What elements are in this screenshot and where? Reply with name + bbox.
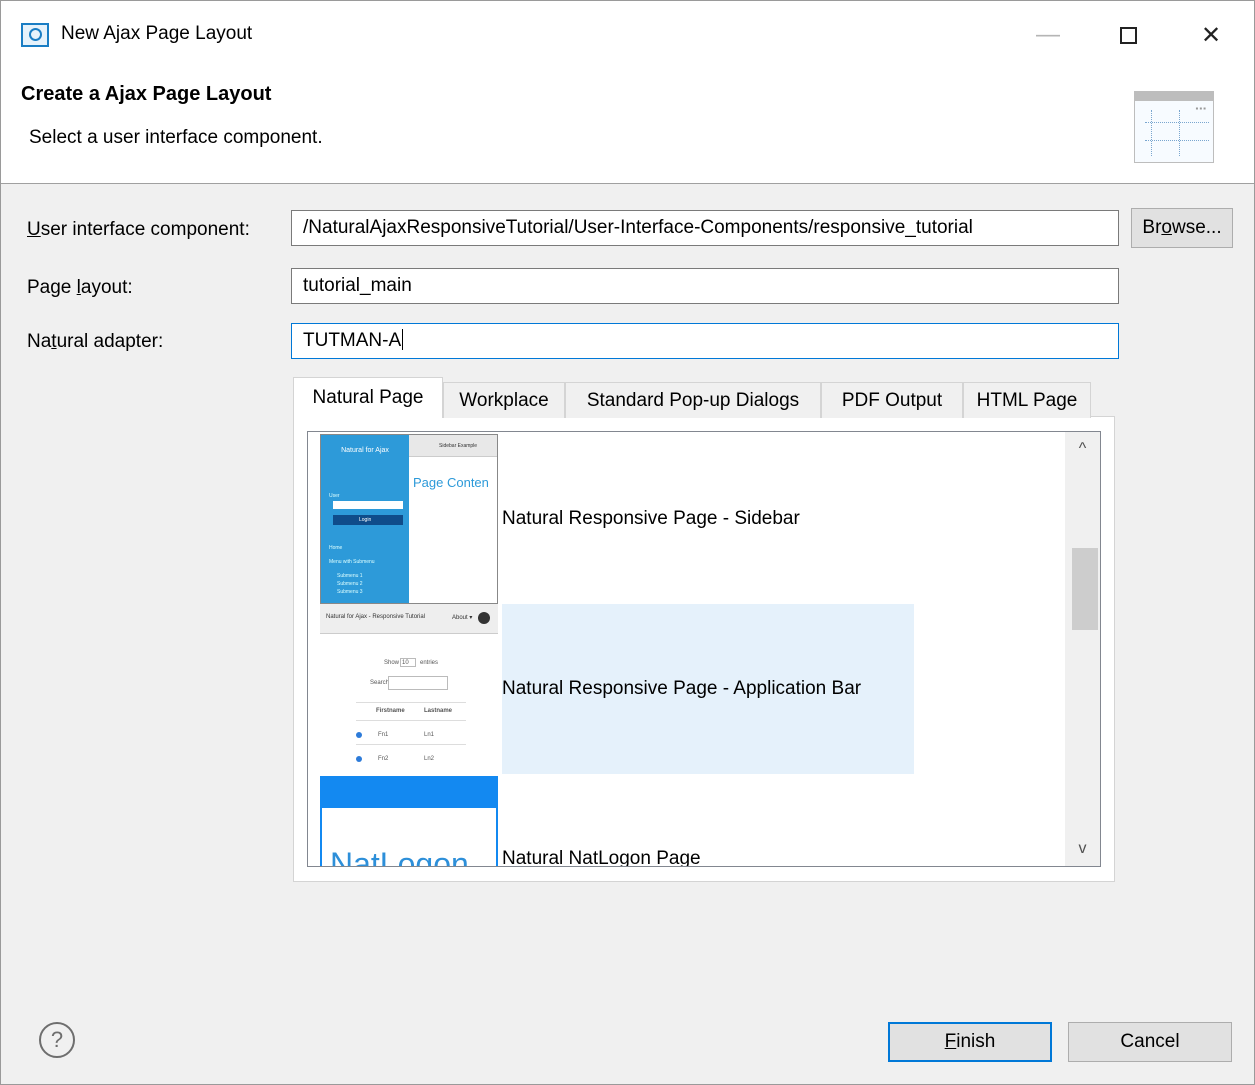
dialog-window: New Ajax Page Layout — ✕ Create a Ajax P… (0, 0, 1255, 1085)
minimize-button[interactable]: — (1026, 15, 1070, 55)
page-title: Create a Ajax Page Layout (21, 83, 272, 105)
layout-caption: Natural Responsive Page - Application Ba… (502, 604, 914, 774)
page-layout-label: Page layout: (27, 277, 133, 298)
page-layout-field[interactable]: tutorial_main (291, 268, 1119, 304)
natural-adapter-field[interactable]: TUTMAN-A (291, 323, 1119, 359)
app-icon (21, 23, 49, 47)
layout-caption: Natural Responsive Page - Sidebar (502, 508, 800, 529)
cancel-button[interactable]: Cancel (1068, 1022, 1232, 1062)
close-button[interactable]: ✕ (1189, 15, 1233, 55)
ui-component-field[interactable]: /NaturalAjaxResponsiveTutorial/User-Inte… (291, 210, 1119, 246)
layout-caption: Natural NatLogon Page (502, 848, 701, 867)
natlogon-layout-thumbnail: NatLogon (320, 776, 498, 866)
layout-wizard-icon: ▪▪▪ (1134, 91, 1214, 163)
tab-standard-popup-dialogs[interactable]: Standard Pop-up Dialogs (565, 382, 821, 418)
browse-button[interactable]: Br o wse... (1131, 208, 1233, 248)
page-description: Select a user interface component. (29, 127, 323, 148)
tab-html-page[interactable]: HTML Page (963, 382, 1091, 418)
natural-adapter-label: Natural adapter: (27, 331, 164, 352)
scroll-down-icon[interactable]: v (1065, 834, 1100, 864)
scroll-up-icon[interactable]: ^ (1065, 434, 1100, 464)
list-scrollbar[interactable]: ^ v (1065, 432, 1100, 866)
natural-adapter-value: TUTMAN-A (303, 330, 402, 351)
header-banner: Create a Ajax Page Layout Select a user … (1, 67, 1254, 184)
tab-pdf-output[interactable]: PDF Output (821, 382, 963, 418)
tab-natural-page[interactable]: Natural Page (293, 377, 443, 418)
maximize-button[interactable] (1106, 15, 1150, 55)
ui-component-label: User interface component: (27, 219, 250, 240)
sidebar-layout-thumbnail: Natural for Ajax User Login Home Menu wi… (320, 434, 498, 604)
title-bar: New Ajax Page Layout — ✕ (1, 1, 1254, 67)
help-icon[interactable]: ? (39, 1022, 75, 1058)
finish-button[interactable]: Finish (888, 1022, 1052, 1062)
appbar-layout-thumbnail: Natural for Ajax - Responsive Tutorial A… (320, 604, 498, 774)
tab-workplace[interactable]: Workplace (443, 382, 565, 418)
window-title: New Ajax Page Layout (61, 23, 253, 44)
maximize-icon (1119, 26, 1137, 44)
layout-list[interactable]: Natural for Ajax User Login Home Menu wi… (307, 431, 1101, 867)
scroll-thumb[interactable] (1072, 548, 1098, 630)
